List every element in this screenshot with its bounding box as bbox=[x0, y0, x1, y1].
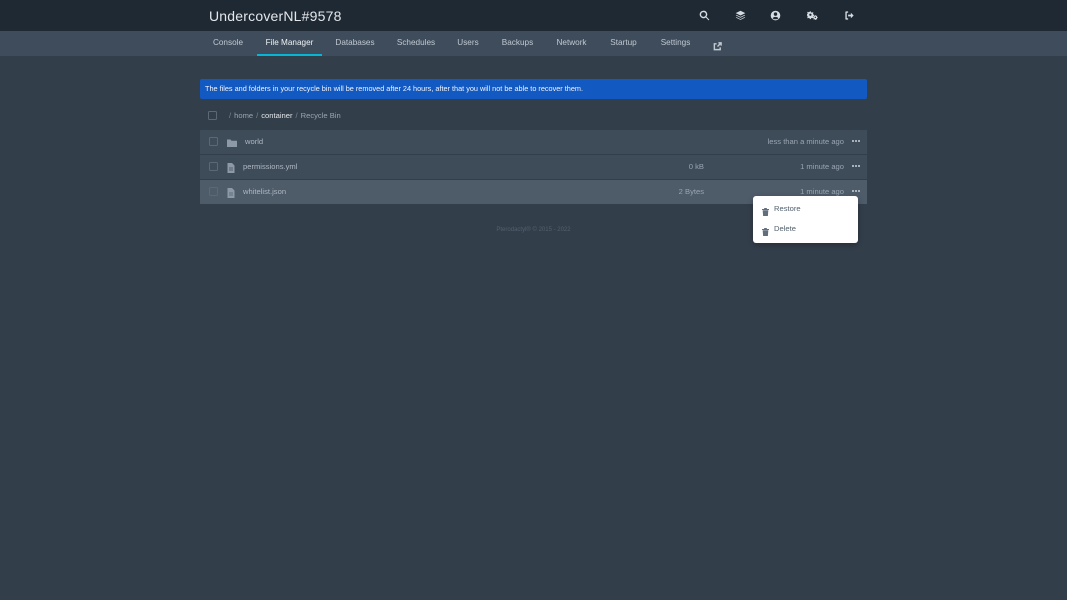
file-icon bbox=[225, 161, 237, 173]
server-name[interactable]: UndercoverNL#9578 bbox=[209, 8, 342, 24]
tab-file-manager[interactable]: File Manager bbox=[257, 31, 322, 56]
tab-users[interactable]: Users bbox=[456, 31, 480, 56]
more-options-icon[interactable] bbox=[852, 164, 860, 168]
tab-startup[interactable]: Startup bbox=[608, 31, 639, 56]
breadcrumb-separator: / bbox=[229, 111, 232, 120]
delete-menu-item[interactable]: Delete bbox=[753, 220, 858, 238]
row-checkbox[interactable] bbox=[209, 187, 218, 196]
tab-backups[interactable]: Backups bbox=[500, 31, 535, 56]
folder-icon bbox=[226, 136, 238, 148]
search-icon[interactable] bbox=[697, 8, 711, 22]
server-nav: Console File Manager Databases Schedules… bbox=[0, 31, 1067, 56]
file-row-world[interactable]: world less than a minute ago bbox=[200, 130, 867, 154]
sign-out-icon[interactable] bbox=[842, 8, 856, 22]
delete-label: Delete bbox=[774, 224, 796, 233]
breadcrumb-home[interactable]: home bbox=[234, 111, 253, 120]
user-circle-icon[interactable] bbox=[768, 8, 782, 22]
breadcrumb-separator: / bbox=[295, 111, 298, 120]
file-modified: 1 minute ago bbox=[800, 162, 844, 171]
file-size: 0 kB bbox=[688, 162, 704, 171]
layers-icon[interactable] bbox=[733, 8, 747, 22]
tab-network[interactable]: Network bbox=[554, 31, 589, 56]
trash-icon bbox=[762, 225, 770, 236]
more-options-icon[interactable] bbox=[852, 139, 860, 143]
top-bar: UndercoverNL#9578 bbox=[0, 0, 1067, 31]
row-checkbox[interactable] bbox=[209, 162, 218, 171]
file-name[interactable]: permissions.yml bbox=[243, 155, 297, 179]
select-all-checkbox[interactable] bbox=[208, 111, 217, 120]
more-options-icon[interactable] bbox=[852, 189, 860, 193]
breadcrumb-separator: / bbox=[256, 111, 259, 120]
tab-console[interactable]: Console bbox=[212, 31, 244, 56]
file-context-menu: Restore Delete bbox=[753, 196, 858, 243]
tab-settings[interactable]: Settings bbox=[658, 31, 693, 56]
tab-databases[interactable]: Databases bbox=[334, 31, 376, 56]
cogs-icon[interactable] bbox=[805, 8, 819, 22]
restore-label: Restore bbox=[774, 204, 801, 213]
file-icon bbox=[225, 186, 237, 198]
file-name[interactable]: whitelist.json bbox=[243, 180, 286, 204]
file-name[interactable]: world bbox=[245, 130, 263, 154]
file-size: 2 Bytes bbox=[678, 187, 704, 196]
external-link-icon[interactable] bbox=[713, 38, 723, 51]
row-checkbox[interactable] bbox=[209, 137, 218, 146]
breadcrumb-current: Recycle Bin bbox=[300, 111, 341, 120]
breadcrumb-container[interactable]: container bbox=[261, 111, 292, 120]
file-modified: less than a minute ago bbox=[767, 137, 844, 146]
recycle-bin-alert: The files and folders in your recycle bi… bbox=[200, 79, 867, 99]
breadcrumb: / home / container / Recycle Bin bbox=[226, 110, 341, 121]
trash-icon bbox=[762, 205, 770, 216]
tab-schedules[interactable]: Schedules bbox=[395, 31, 437, 56]
footer-copyright: Pterodactyl® © 2015 - 2022 bbox=[496, 227, 571, 233]
file-row-permissions[interactable]: permissions.yml 0 kB 1 minute ago bbox=[200, 155, 867, 179]
restore-menu-item[interactable]: Restore bbox=[753, 200, 858, 218]
